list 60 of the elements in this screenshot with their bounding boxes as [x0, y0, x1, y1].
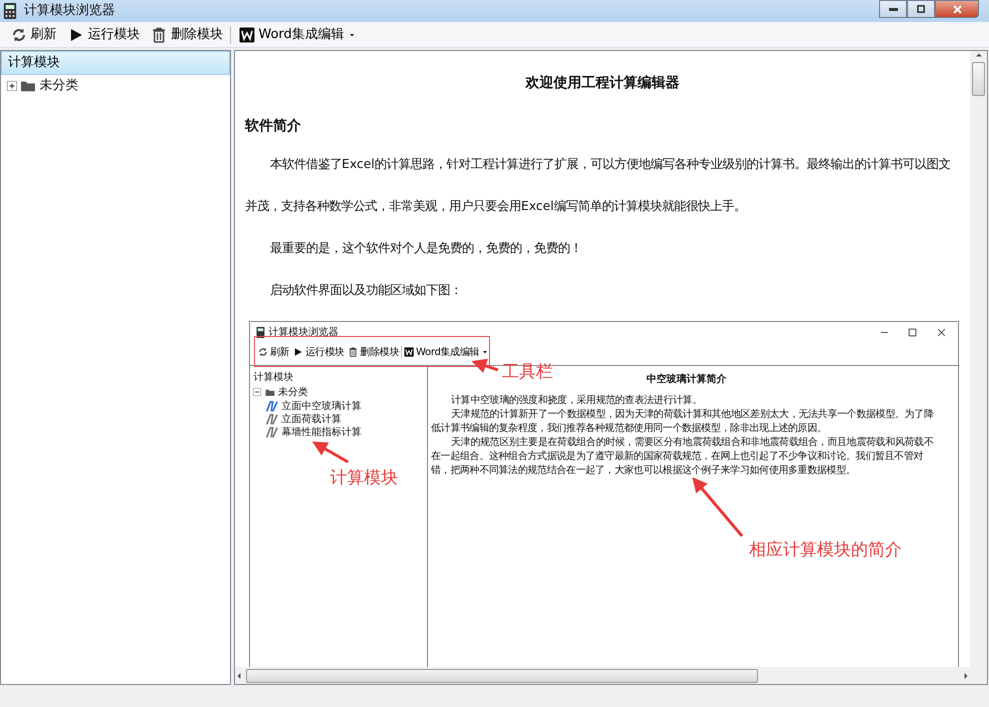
callout-label: 相应计算模块的简介 — [749, 539, 902, 562]
paragraph: 天津规范的计算新开了一个数据模型，因为天津的荷载计算和其他地区差别太大，无法共享一个数据模型。为了降低计算书编辑的复杂程度，我们推荐各种规范都使用同一个数据模型，除非出现上述的原因。 — [431, 408, 935, 436]
calculator-icon — [256, 326, 265, 338]
refresh-icon — [10, 26, 26, 42]
paragraph: 天津的规范区别主要是在荷载组合的时候，需要区分有地震荷载组合和非地震荷载组合，而且地震荷载和风荷载不在一起组合。这种组合方式据说是为了遵守最新的国家荷载规范，在网上也引起了不少争议和讨论。我们暂且不管对错，把两种不同算法的规范结合在一起了，大家也可以根据这个例子来学习如何使用多重数据模型。 — [431, 436, 935, 478]
close-button[interactable] — [935, 0, 980, 18]
close-icon — [952, 4, 963, 14]
callout-label: 工具栏 — [502, 361, 553, 384]
tree-item[interactable]: 幕墙性能指标计算 — [282, 426, 362, 438]
arrow — [692, 477, 744, 537]
refresh-icon — [258, 347, 268, 358]
callout-label: 计算模块 — [330, 467, 398, 490]
expand-icon[interactable] — [7, 81, 17, 91]
paragraph: 计算中空玻璃的强度和挠度，采用规范的查表法进行计算。 — [450, 394, 703, 408]
paragraph: 最重要的是，这个软件对个人是免费的，免费的，免费的！ — [268, 239, 583, 257]
toolbar-button[interactable]: 运行模块 — [64, 24, 144, 46]
document-title: 欢迎使用工程计算编辑器 — [524, 74, 680, 93]
minimize-icon — [888, 8, 898, 10]
calculator-icon — [3, 3, 18, 19]
arrow — [312, 442, 349, 464]
maximize-button[interactable] — [907, 0, 936, 18]
scroll-right-icon — [962, 672, 970, 680]
word-icon — [238, 26, 254, 42]
play-icon — [293, 347, 304, 358]
toolbar-button[interactable]: 运行模块 — [291, 344, 346, 360]
tree-header[interactable]: 计算模块 — [253, 370, 427, 384]
toolbar-button[interactable]: 刷新 — [256, 344, 292, 360]
window-title: 计算模块浏览器 — [268, 326, 340, 340]
toolbar-button[interactable]: Word集成编辑 — [402, 344, 492, 360]
window-title: 计算模块浏览器 — [24, 2, 116, 20]
paragraph: 启动软件界面以及功能区域如下图： — [268, 281, 463, 299]
trash-icon — [151, 26, 167, 42]
toolbar-button[interactable]: 删除模块 — [346, 344, 402, 360]
scroll-up-icon — [974, 51, 982, 59]
tree-item[interactable]: 立面荷载计算 — [282, 412, 342, 426]
collapse-icon[interactable] — [253, 388, 262, 396]
maximize-icon — [916, 4, 926, 14]
minimize-button[interactable] — [879, 0, 908, 18]
vertical-scrollbar[interactable] — [970, 51, 987, 668]
toolbar-button[interactable]: Word集成编辑 — [234, 24, 360, 46]
word-icon — [404, 347, 414, 358]
folder-icon — [20, 79, 36, 93]
toolbar-button[interactable]: 删除模块 — [147, 24, 227, 46]
scroll-left-icon — [235, 672, 243, 680]
close-icon — [936, 328, 946, 337]
section-heading: 软件简介 — [245, 117, 302, 136]
scroll-thumb[interactable] — [972, 62, 985, 96]
tree-item[interactable]: 未分类 — [278, 384, 308, 400]
tree-item[interactable]: 未分类 — [40, 76, 78, 96]
content-title: 中空玻璃计算简介 — [646, 372, 728, 388]
maximize-icon — [908, 328, 917, 337]
horizontal-scrollbar[interactable] — [235, 667, 987, 684]
tree-item[interactable]: 立面中空玻璃计算 — [282, 400, 362, 412]
scroll-thumb[interactable] — [246, 668, 758, 683]
toolbar-button[interactable]: 刷新 — [6, 24, 60, 46]
arrow — [471, 358, 498, 373]
trash-icon — [348, 347, 358, 358]
tree-header[interactable]: 计算模块 — [1, 51, 230, 75]
paragraph: 本软件借鉴了Excel的计算思路，针对工程计算进行了扩展，可以方便地编写各种专业级别的计算书。最终输出的计算书可以图文并茂，支持各种数学公式，非常美观，用户只要会用Excel编写简单的计算模块就能很快上手。 — [245, 155, 952, 215]
folder-icon — [264, 388, 274, 396]
